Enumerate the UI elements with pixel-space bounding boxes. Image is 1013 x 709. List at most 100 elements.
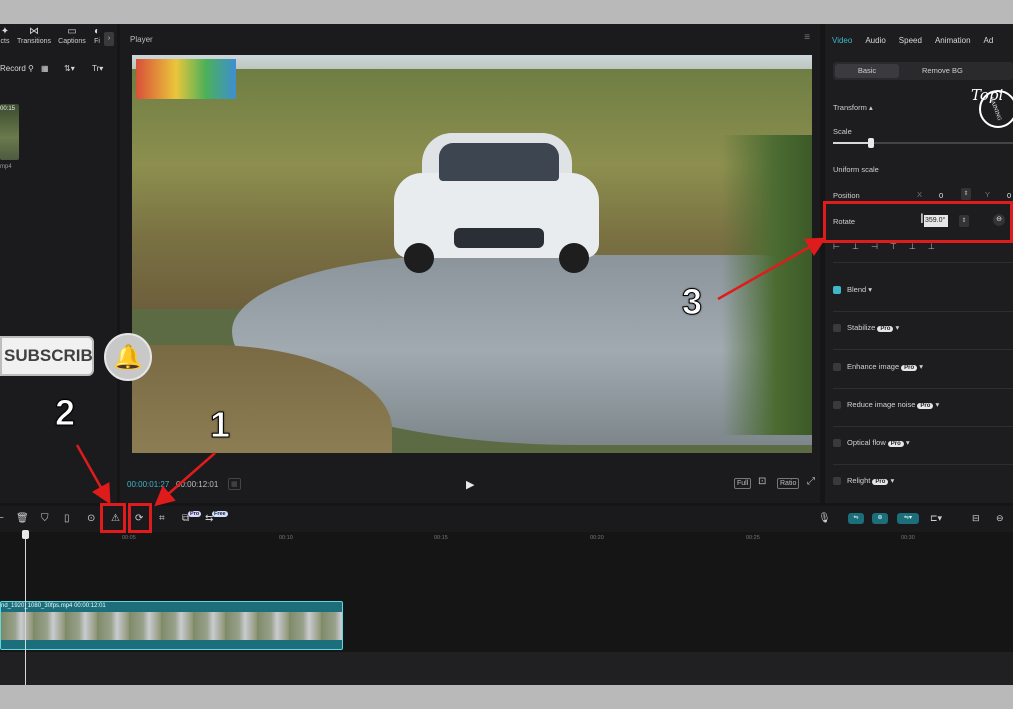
ruler-tick: 00:15 xyxy=(434,535,448,541)
pro-badge: Pro xyxy=(188,511,202,517)
freeze-icon[interactable]: ▯ xyxy=(64,513,70,524)
highlight-mirror xyxy=(100,503,126,533)
scale-slider-fill xyxy=(833,142,871,144)
pro-badge: Pro xyxy=(887,441,904,447)
split-icon[interactable]: ⇆ Free xyxy=(205,511,228,524)
option-row[interactable]: Optical flow Pro ▾ xyxy=(847,438,910,447)
segment-remove-bg[interactable]: Remove BG xyxy=(922,66,963,75)
option-checkbox[interactable] xyxy=(833,286,841,294)
free-badge: Free xyxy=(212,511,228,517)
playhead-line[interactable] xyxy=(25,530,26,685)
thumbnail-duration: 00:15 xyxy=(0,106,16,112)
option-checkbox[interactable] xyxy=(833,401,841,409)
reverse-icon[interactable]: ⊙ xyxy=(87,513,95,524)
transitions-icon: ⋈ xyxy=(29,26,39,37)
option-row[interactable]: Blend ▾ xyxy=(847,285,872,294)
clip-label: nd_1920_1080_30fps.mp4 00:00:12:01 xyxy=(1,603,106,609)
fullscreen-quality-button[interactable]: Full xyxy=(734,478,752,489)
bell-icon: 🔔 xyxy=(104,333,152,381)
tab-animation[interactable]: Animation xyxy=(935,36,971,45)
total-time: 00:00:12:01 xyxy=(176,480,219,489)
ruler-tick: 00:25 xyxy=(746,535,760,541)
uniform-scale-label: Uniform scale xyxy=(833,165,879,174)
transform-heading[interactable]: Transform ▴ xyxy=(833,103,873,112)
scale-slider-knob[interactable] xyxy=(867,138,874,148)
crop-icon[interactable]: ⌗ xyxy=(159,513,165,524)
expand-icon[interactable]: ⤢ xyxy=(805,475,817,488)
option-row[interactable]: Stabilize Pro ▾ xyxy=(847,323,899,332)
empty-track xyxy=(0,652,1013,685)
marker-icon[interactable]: ▦ xyxy=(228,478,241,490)
preview-axis-button[interactable]: ⇋▾ xyxy=(897,513,919,524)
position-x-input[interactable]: 0 xyxy=(939,191,943,200)
ruler-tick: 00:05 xyxy=(122,535,136,541)
position-x-stepper[interactable]: ⇕ xyxy=(961,188,971,200)
annotation-number-2: 2 xyxy=(54,392,76,434)
playhead-handle[interactable] xyxy=(22,530,29,539)
shield-icon[interactable]: ⛉ xyxy=(41,513,49,524)
link-button[interactable]: ⊛ xyxy=(872,513,888,524)
caret-down-icon: ▾ xyxy=(917,362,923,371)
ratio-button[interactable]: Ratio xyxy=(777,478,800,489)
option-row[interactable]: Enhance image Pro ▾ xyxy=(847,362,923,371)
video-preview[interactable] xyxy=(132,55,812,453)
tab-adjust[interactable]: Ad xyxy=(984,36,994,45)
option-checkbox[interactable] xyxy=(833,324,841,332)
zoom-out-icon[interactable]: ⊖ xyxy=(996,513,1004,524)
filter-type-icon[interactable]: Tr▾ xyxy=(92,64,103,73)
record-button[interactable]: Record ⚲ xyxy=(0,64,34,73)
main-track-magnet-button[interactable]: ⇋ xyxy=(848,513,864,524)
highlight-rotate-field xyxy=(823,201,1013,243)
video-inflatable xyxy=(136,59,236,99)
option-checkbox[interactable] xyxy=(833,477,841,485)
inspector-panel: Video Audio Speed Animation Ad Basic Remove … xyxy=(825,24,1013,503)
play-button[interactable]: ▶ xyxy=(466,478,474,491)
tab-captions[interactable]: ▭ Captions xyxy=(55,26,89,45)
position-x-label: X xyxy=(917,190,923,199)
delete-icon[interactable]: 🗑 xyxy=(16,513,29,524)
pro-badge: Pro xyxy=(901,365,918,371)
segment-basic[interactable]: Basic xyxy=(835,64,899,78)
subscribed-badge: SUBSCRIBED xyxy=(0,336,94,376)
highlight-rotate xyxy=(128,503,152,533)
tab-filters[interactable]: ◐ Fi xyxy=(92,26,102,45)
thumbnail-filename: mp4 xyxy=(0,164,12,170)
scale-slider[interactable] xyxy=(833,138,1013,148)
more-tabs-button[interactable]: › xyxy=(104,32,114,46)
media-thumbnail[interactable] xyxy=(0,104,19,160)
focus-icon[interactable]: ⊡ xyxy=(756,475,768,488)
menu-icon[interactable]: ≡ xyxy=(804,32,810,43)
tab-effects[interactable]: ✦ cts xyxy=(0,26,12,45)
option-checkbox[interactable] xyxy=(833,439,841,447)
caret-down-icon: ▾ xyxy=(933,400,940,409)
caret-up-icon: ▴ xyxy=(869,103,873,112)
caret-down-icon: ▾ xyxy=(866,285,873,294)
caret-down-icon: ▾ xyxy=(893,323,900,332)
media-tabs: ✦ cts ⋈ Transitions ▭ Captions ◐ Fi › xyxy=(0,26,117,52)
tab-speed[interactable]: Speed xyxy=(899,36,922,45)
grid-icon[interactable]: ▦ xyxy=(41,64,49,73)
sort-icon[interactable]: ⇅▾ xyxy=(64,64,75,73)
caption-track-icon[interactable]: ⊟ xyxy=(972,513,980,524)
position-y-input[interactable]: 0 xyxy=(1007,191,1011,200)
ruler-tick: 00:10 xyxy=(279,535,293,541)
align-toolbar[interactable]: ⊢⊥⊣⊤⊥⊥ xyxy=(833,242,947,251)
tab-video[interactable]: Video xyxy=(832,36,852,45)
video-clip[interactable]: nd_1920_1080_30fps.mp4 00:00:12:01 xyxy=(0,601,343,650)
timeline-ruler[interactable]: 00:05 00:10 00:15 00:20 00:25 00:30 xyxy=(0,532,1013,546)
inspector-tabs: Video Audio Speed Animation Ad xyxy=(832,36,1006,45)
search-icon: ⚲ xyxy=(28,64,34,73)
option-row[interactable]: Relight Pro ▾ xyxy=(847,476,894,485)
option-checkbox[interactable] xyxy=(833,363,841,371)
pro-badge: Pro xyxy=(872,479,889,485)
filters-icon: ◐ xyxy=(93,26,101,37)
tab-transitions[interactable]: ⋈ Transitions xyxy=(15,26,53,45)
scale-label: Scale xyxy=(833,127,852,136)
microphone-icon[interactable]: 🎙 xyxy=(818,513,831,524)
auto-reframe-icon[interactable]: ⧉ Pro xyxy=(182,511,202,524)
option-row[interactable]: Reduce image noise Pro ▾ xyxy=(847,400,939,409)
undo-icon[interactable]: ⌐ xyxy=(0,513,4,524)
channel-logo: Topi GAINING xyxy=(967,66,1013,134)
snap-icon[interactable]: ⊏▾ xyxy=(930,513,942,524)
tab-audio[interactable]: Audio xyxy=(865,36,885,45)
